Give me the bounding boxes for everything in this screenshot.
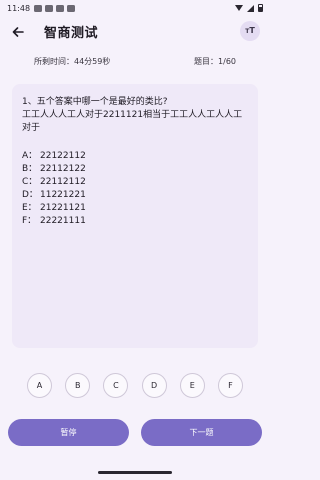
battery-icon (258, 4, 263, 12)
option-item: A： 22122112 (22, 150, 248, 163)
option-value: 22112112 (40, 177, 86, 187)
option-item: F： 22221111 (22, 215, 248, 228)
remaining-time: 所剩时间：44分59秒 (34, 57, 111, 66)
answer-button-a[interactable]: A (27, 373, 52, 398)
home-indicator[interactable] (98, 471, 172, 474)
option-letter: E： (22, 203, 37, 213)
notification-icon (67, 4, 76, 12)
option-letter: B： (22, 164, 38, 174)
answer-button-f[interactable]: F (217, 373, 243, 398)
notification-icon (34, 4, 43, 12)
answer-button-e[interactable]: E (179, 373, 205, 398)
option-letter: C： (22, 177, 38, 187)
notification-icon (45, 4, 54, 12)
option-letter: D： (22, 190, 38, 200)
option-value: 22112122 (40, 164, 86, 174)
app-bar: 智商测试 TT (0, 16, 270, 48)
answer-buttons: A B C D E F (27, 373, 243, 399)
signal-icon (247, 4, 254, 12)
question-text: 1、五个答案中哪一个是最好的类比? 工工人人人工人对于2211121相当于工工人… (22, 97, 243, 133)
option-item: E： 21221121 (22, 202, 248, 215)
quiz-screen: 11:48 智商测试 TT 所剩时间：44分59秒 题目：1/60 1、五个答案… (0, 0, 270, 480)
option-value: 22122112 (40, 151, 86, 161)
option-letter: A： (22, 151, 38, 161)
page-title: 智商测试 (44, 26, 99, 41)
font-size-icon-large: T (249, 26, 255, 35)
status-bar: 11:48 (0, 0, 270, 16)
option-item: B： 22112122 (22, 163, 248, 176)
option-value: 21221121 (40, 203, 86, 213)
back-button[interactable] (8, 22, 28, 42)
question-progress: 题目：1/60 (194, 57, 236, 66)
answer-button-c[interactable]: C (103, 373, 129, 398)
notification-icon (56, 4, 65, 12)
option-value: 11221221 (40, 190, 86, 200)
font-size-button[interactable]: TT (240, 21, 260, 41)
question-card: 1、五个答案中哪一个是最好的类比? 工工人人人工人对于2211121相当于工工人… (12, 84, 258, 348)
option-item: D： 11221221 (22, 189, 248, 202)
option-item: C： 22112112 (22, 176, 248, 189)
option-letter: F： (22, 216, 37, 226)
option-list: A： 22122112 B： 22112122 C： 22112112 D： 11221… (22, 150, 248, 228)
next-question-button[interactable]: 下一题 (141, 419, 262, 446)
status-icons (235, 4, 263, 12)
answer-button-b[interactable]: B (65, 373, 91, 398)
wifi-icon (235, 5, 243, 11)
info-row: 所剩时间：44分59秒 题目：1/60 (0, 54, 270, 68)
answer-button-d[interactable]: D (141, 373, 167, 398)
arrow-left-icon (12, 27, 24, 37)
option-value: 22221111 (40, 216, 86, 226)
status-time: 11:48 (7, 3, 31, 13)
pause-button[interactable]: 暂停 (8, 419, 129, 446)
